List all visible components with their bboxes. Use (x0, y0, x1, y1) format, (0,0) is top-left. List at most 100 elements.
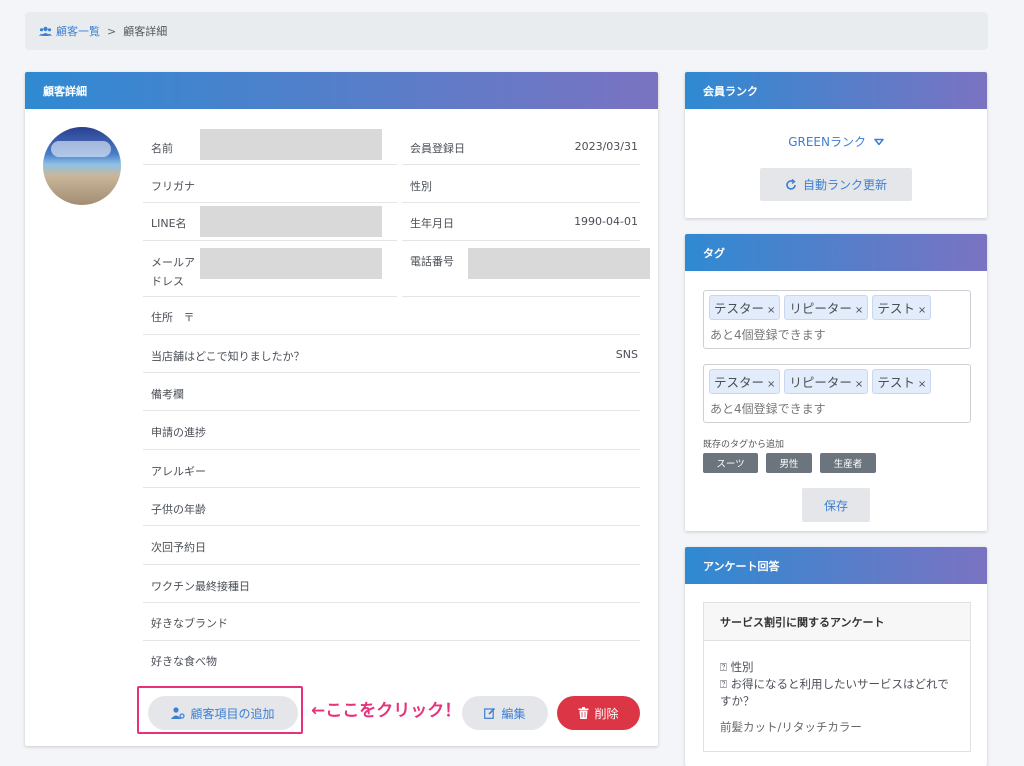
tag-chip-label: テスト (877, 375, 915, 390)
field-brand-label: 好きなブランド (151, 617, 228, 630)
rank-dropdown[interactable]: GREENランク (685, 133, 987, 150)
remove-tag-icon[interactable]: × (918, 305, 926, 316)
tag-input-placeholder[interactable]: あと4個登録できます (710, 326, 826, 343)
save-tags-label[interactable]: 保存 (824, 497, 848, 514)
survey-title: サービス割引に関するアンケート (704, 603, 970, 641)
field-furigana: フリガナ (143, 165, 397, 203)
tag-chip[interactable]: リピーター × (784, 295, 869, 320)
remove-tag-icon[interactable]: × (918, 379, 926, 390)
field-address-label: 住所 〒 (151, 309, 195, 325)
tag-chip-label: テスト (877, 301, 915, 316)
survey-card: アンケート回答 サービス割引に関するアンケート ⍰ 性別 ⍰ お得になると利用し… (685, 547, 987, 766)
field-source-label: 当店舗はどこで知りましたか？ (151, 350, 305, 363)
name-redacted (200, 129, 382, 160)
avatar (43, 127, 121, 205)
tag-chip-label: テスター (714, 301, 765, 316)
tag-chip-label: リピーター (789, 375, 852, 390)
survey-box: サービス割引に関するアンケート ⍰ 性別 ⍰ お得になると利用したいサービスはど… (703, 602, 971, 752)
email-redacted (200, 248, 382, 279)
remove-tag-icon[interactable]: × (855, 305, 863, 316)
field-phone-label: 電話番号 (410, 255, 454, 268)
annotation-click-here: ←ここをクリック！ (311, 701, 462, 721)
breadcrumb-current: 顧客詳細 (123, 25, 168, 38)
tag-chip[interactable]: テスター × (709, 295, 781, 320)
delete-button-label[interactable]: 削除 (594, 705, 618, 722)
field-address-postal: 〒 (183, 311, 195, 324)
caret-down-icon (874, 138, 884, 146)
tag-input-box-2[interactable]: テスター × リピーター × テスト × あと4個登録できます (703, 364, 971, 423)
field-note: 備考欄 (143, 373, 640, 411)
field-furigana-label: フリガナ (151, 180, 195, 193)
field-gender-label: 性別 (410, 180, 432, 193)
question-circle-icon: ⍰ (720, 677, 727, 691)
breadcrumb-link-customers[interactable]: 顧客一覧 (39, 23, 100, 39)
tag-input-placeholder[interactable]: あと4個登録できます (710, 400, 826, 417)
field-address-label-text: 住所 (151, 311, 173, 324)
survey-answer: 前髪カット/リタッチカラー (720, 720, 862, 734)
existing-tag-button[interactable]: スーツ (703, 453, 758, 473)
field-register-date-label: 会員登録日 (410, 142, 465, 155)
existing-tags-label: 既存のタグから追加 (703, 440, 785, 450)
auto-rank-refresh-label[interactable]: 自動ランク更新 (803, 176, 887, 193)
field-source: 当店舗はどこで知りましたか？ SNS (143, 335, 640, 373)
survey-question-1-text: 性別 (730, 660, 754, 674)
edit-icon (484, 707, 496, 719)
field-gender: 性別 (402, 165, 640, 203)
users-icon (39, 26, 52, 36)
field-email-label-line2: ドレス (151, 275, 184, 288)
delete-button[interactable]: 削除 (557, 696, 640, 730)
edit-button[interactable]: 編集 (462, 696, 548, 730)
edit-button-label[interactable]: 編集 (501, 705, 525, 722)
tag-chip[interactable]: テスター × (709, 369, 781, 394)
field-address: 住所 〒 (143, 297, 640, 335)
tag-chip[interactable]: テスト × (872, 369, 932, 394)
existing-tag-button[interactable]: 男性 (766, 453, 812, 473)
survey-question-2-text: お得になると利用したいサービスはどれですか？ (720, 677, 949, 708)
field-progress: 申請の進捗 (143, 411, 640, 450)
existing-tags-list: スーツ 男性 生産者 (703, 453, 876, 473)
field-line-name-label: LINE名 (151, 217, 187, 230)
field-child-age-label: 子供の年齢 (151, 503, 206, 516)
phone-redacted (468, 248, 650, 279)
field-food-label: 好きな食べ物 (151, 655, 217, 668)
field-vaccine: ワクチン最終接種日 (143, 565, 640, 603)
field-register-date: 会員登録日 2023/03/31 (402, 127, 640, 165)
survey-question-2: ⍰ お得になると利用したいサービスはどれですか？ (720, 676, 954, 710)
member-rank-card: 会員ランク GREENランク 自動ランク更新 (685, 72, 987, 218)
line-name-redacted (200, 206, 382, 237)
survey-body: ⍰ 性別 ⍰ お得になると利用したいサービスはどれですか？ 前髪カット/リタッチ… (704, 641, 970, 736)
survey-header: アンケート回答 (685, 547, 987, 584)
remove-tag-icon[interactable]: × (855, 379, 863, 390)
tag-chip[interactable]: リピーター × (784, 369, 869, 394)
member-rank-header: 会員ランク (685, 72, 987, 109)
field-birthday-value: 1990-04-01 (574, 215, 638, 228)
field-email-label: メールア ドレス (151, 253, 195, 291)
field-birthday: 生年月日 1990-04-01 (402, 203, 640, 241)
tag-chip[interactable]: テスト × (872, 295, 932, 320)
question-circle-icon: ⍰ (720, 660, 727, 674)
field-note-label: 備考欄 (151, 388, 184, 401)
tag-chip-label: リピーター (789, 301, 852, 316)
customer-detail-card: 顧客詳細 名前 会員登録日 2023/03/31 フリガナ 性別 LINE名 生… (25, 72, 658, 746)
tag-input-box-1[interactable]: テスター × リピーター × テスト × あと4個登録できます (703, 290, 971, 349)
field-allergy-label: アレルギー (151, 465, 206, 478)
add-customer-field-label[interactable]: 顧客項目の追加 (190, 705, 274, 722)
field-progress-label: 申請の進捗 (151, 426, 206, 439)
field-allergy: アレルギー (143, 450, 640, 488)
tag-chip-label: テスター (714, 375, 765, 390)
tag-card: タグ テスター × リピーター × テスト × あと4個登録できます テスター × リピ… (685, 234, 987, 531)
existing-tag-button[interactable]: 生産者 (820, 453, 876, 473)
field-birthday-label: 生年月日 (410, 217, 454, 230)
auto-rank-refresh-button[interactable]: 自動ランク更新 (760, 168, 912, 201)
refresh-icon (786, 178, 796, 190)
remove-tag-icon[interactable]: × (767, 305, 775, 316)
remove-tag-icon[interactable]: × (767, 379, 775, 390)
breadcrumb-parent[interactable]: 顧客一覧 (56, 23, 100, 39)
tag-header: タグ (685, 234, 987, 271)
field-next-visit: 次回予約日 (143, 526, 640, 565)
add-customer-field-button[interactable]: 顧客項目の追加 (148, 696, 298, 730)
rank-selected-value[interactable]: GREENランク (788, 135, 866, 149)
field-vaccine-label: ワクチン最終接種日 (151, 580, 250, 593)
save-tags-button[interactable]: 保存 (802, 488, 870, 522)
breadcrumb: 顧客一覧 > 顧客詳細 (25, 12, 988, 50)
